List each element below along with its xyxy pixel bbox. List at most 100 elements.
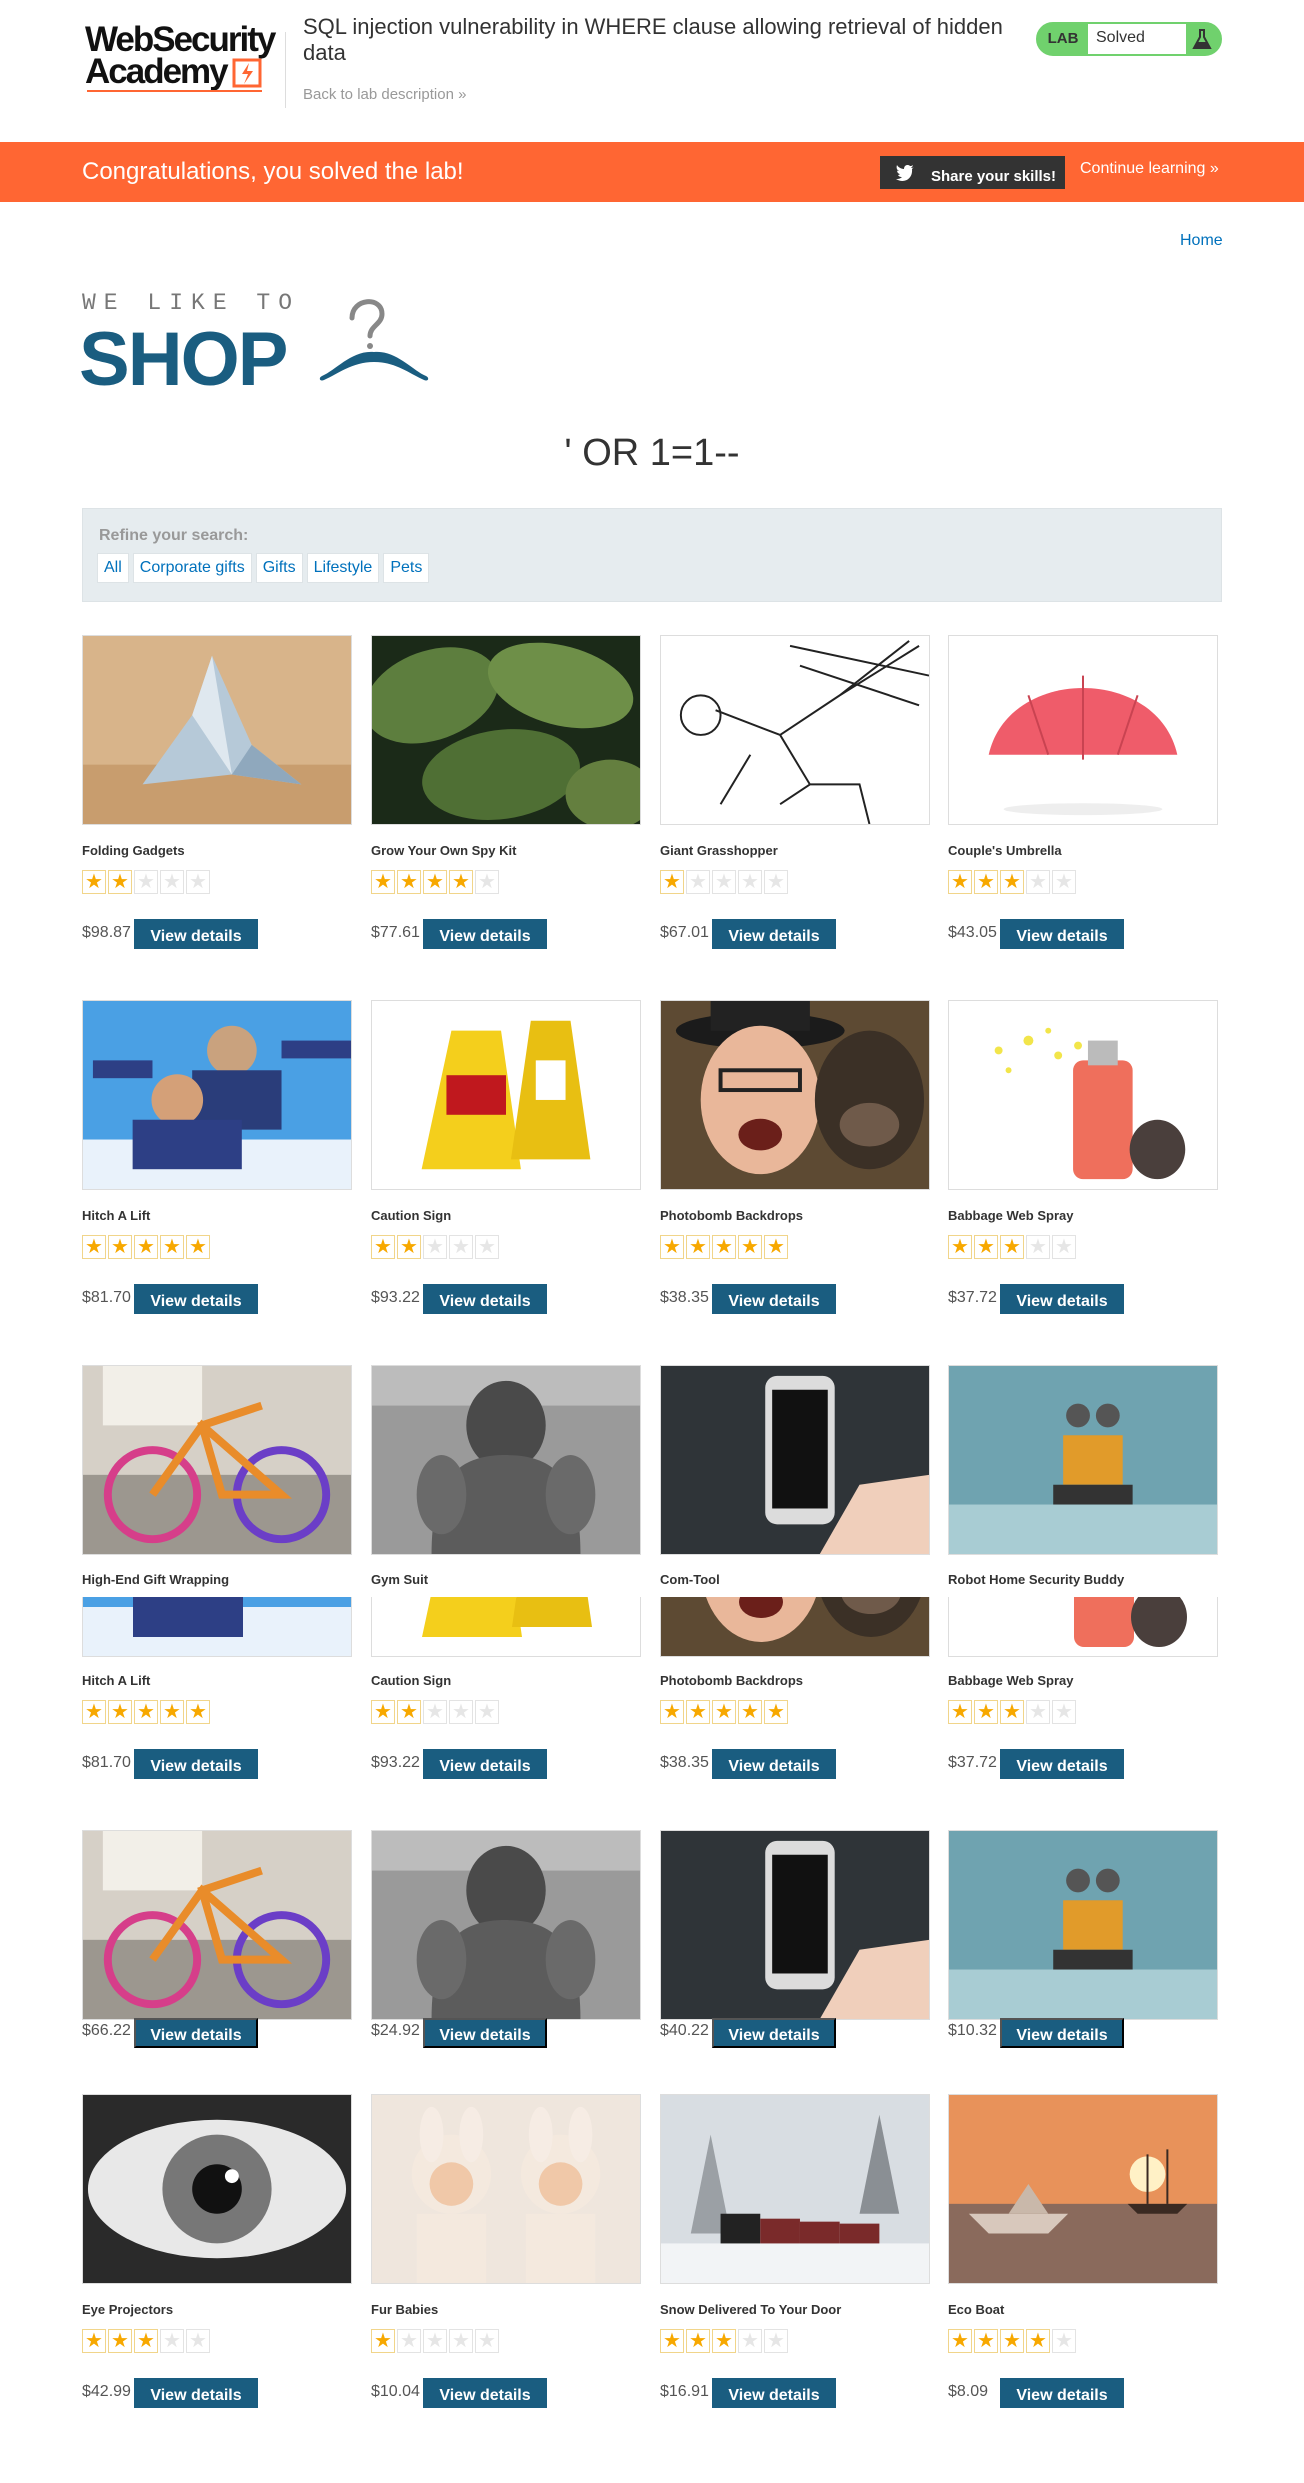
product-image[interactable] (371, 1830, 641, 2020)
product-image[interactable] (948, 1830, 1218, 2020)
product-card: Photobomb Backdrops ★ ★ ★ ★ ★ $38.35 View detai… (660, 1000, 930, 1320)
product-price-row: $24.92 View details (371, 2018, 641, 2048)
view-details-button[interactable]: View details (423, 1749, 547, 1779)
star-filled-icon: ★ (948, 2329, 972, 2353)
product-image[interactable] (82, 1000, 352, 1190)
view-details-button[interactable]: View details (134, 2378, 258, 2408)
view-details-button[interactable]: View details (1000, 919, 1124, 949)
category-all[interactable]: All (97, 553, 129, 583)
view-details-button[interactable]: View details (712, 1749, 836, 1779)
star-empty-icon: ★ (1026, 870, 1050, 894)
category-lifestyle[interactable]: Lifestyle (306, 553, 380, 583)
lab-status-value: Solved (1088, 24, 1186, 54)
product-card: Photobomb Backdrops ★ ★ ★ ★ ★ $38.35 View detai… (660, 1465, 930, 1785)
home-link[interactable]: Home (1180, 232, 1223, 250)
product-price: $81.70 (82, 1289, 131, 1306)
category-filter: Refine your search: All Corporate gifts … (82, 508, 1222, 602)
star-filled-icon: ★ (948, 870, 972, 894)
view-details-button[interactable]: View details (134, 2018, 258, 2048)
star-empty-icon: ★ (449, 1235, 473, 1259)
category-corporate-gifts[interactable]: Corporate gifts (132, 553, 252, 583)
share-skills-label: Share your skills! (930, 168, 1057, 185)
rating-stars: ★ ★ ★ ★ ★ (82, 1235, 210, 1259)
product-price: $43.05 (948, 924, 997, 941)
product-card: Eye Projectors ★ ★ ★ ★ ★ $42.99 View details (82, 2094, 352, 2414)
product-name: Babbage Web Spray (948, 1673, 1074, 1688)
star-empty-icon: ★ (134, 870, 158, 894)
star-empty-icon: ★ (449, 2329, 473, 2353)
view-details-button[interactable]: View details (712, 919, 836, 949)
product-image[interactable] (82, 635, 352, 825)
star-empty-icon: ★ (397, 2329, 421, 2353)
congratulations-message: Congratulations, you solved the lab! (82, 158, 464, 185)
star-filled-icon: ★ (948, 1235, 972, 1259)
product-name: Giant Grasshopper (660, 843, 778, 858)
star-filled-icon: ★ (397, 1700, 421, 1724)
product-image[interactable] (660, 1000, 930, 1190)
star-filled-icon: ★ (371, 1700, 395, 1724)
star-filled-icon: ★ (974, 1700, 998, 1724)
product-image[interactable] (948, 2094, 1218, 2284)
star-filled-icon: ★ (371, 2329, 395, 2353)
view-details-button[interactable]: View details (712, 2018, 836, 2048)
product-image[interactable] (371, 635, 641, 825)
product-price: $38.35 (660, 1289, 709, 1306)
product-image[interactable] (948, 1000, 1218, 1190)
product-card: Babbage Web Spray ★ ★ ★ ★ ★ $37.72 View details (948, 1465, 1218, 1785)
hanger-icon (319, 299, 429, 381)
product-card: Folding Gadgets ★ ★ ★ ★ ★ $98.87 View details (82, 635, 352, 955)
view-details-button[interactable]: View details (423, 2378, 547, 2408)
star-empty-icon: ★ (1052, 2329, 1076, 2353)
product-price: $37.72 (948, 1754, 997, 1771)
star-filled-icon: ★ (82, 1235, 106, 1259)
product-image[interactable] (660, 2094, 930, 2284)
rating-stars: ★ ★ ★ ★ ★ (371, 870, 499, 894)
product-name: Couple's Umbrella (948, 843, 1062, 858)
star-empty-icon: ★ (1052, 870, 1076, 894)
view-details-button[interactable]: View details (423, 2018, 547, 2048)
product-image[interactable] (371, 2094, 641, 2284)
product-image[interactable] (82, 2094, 352, 2284)
star-filled-icon: ★ (738, 1700, 762, 1724)
product-image[interactable] (660, 1830, 930, 2020)
rating-stars: ★ ★ ★ ★ ★ (948, 870, 1076, 894)
filter-label: Refine your search: (99, 527, 249, 544)
view-details-button[interactable]: View details (423, 1284, 547, 1314)
product-image[interactable] (82, 1830, 352, 2020)
product-price: $10.32 (948, 2022, 997, 2039)
view-details-button[interactable]: View details (712, 2378, 836, 2408)
star-filled-icon: ★ (186, 1700, 210, 1724)
view-details-button[interactable]: View details (134, 919, 258, 949)
share-skills-button[interactable]: Share your skills! (880, 156, 1065, 189)
view-details-button[interactable]: View details (134, 1749, 258, 1779)
product-image[interactable] (371, 1000, 641, 1190)
star-filled-icon: ★ (82, 2329, 106, 2353)
star-filled-icon: ★ (1000, 2329, 1024, 2353)
star-filled-icon: ★ (371, 1235, 395, 1259)
product-price-row: $10.32 View details (948, 2018, 1218, 2048)
view-details-button[interactable]: View details (1000, 2018, 1124, 2048)
product-card: Hitch A Lift ★ ★ ★ ★ ★ $81.70 View details (82, 1000, 352, 1320)
product-price: $98.87 (82, 924, 131, 941)
product-name: Photobomb Backdrops (660, 1673, 804, 1688)
star-empty-icon: ★ (423, 2329, 447, 2353)
product-image[interactable] (660, 635, 930, 825)
web-security-academy-logo[interactable]: WebSecurity Academy (82, 20, 282, 92)
category-gifts[interactable]: Gifts (255, 553, 303, 583)
view-details-button[interactable]: View details (1000, 2378, 1124, 2408)
back-to-lab-description-link[interactable]: Back to lab description » (303, 86, 466, 103)
view-details-button[interactable]: View details (1000, 1749, 1124, 1779)
view-details-button[interactable]: View details (423, 919, 547, 949)
view-details-button[interactable]: View details (712, 1284, 836, 1314)
product-name: Eco Boat (948, 2302, 1005, 2317)
product-image[interactable] (948, 635, 1218, 825)
lab-status-widget: LAB Solved (1036, 22, 1222, 56)
star-empty-icon: ★ (475, 1700, 499, 1724)
view-details-button[interactable]: View details (1000, 1284, 1124, 1314)
view-details-button[interactable]: View details (134, 1284, 258, 1314)
category-pets[interactable]: Pets (383, 553, 430, 583)
star-filled-icon: ★ (1000, 1700, 1024, 1724)
star-empty-icon: ★ (475, 1235, 499, 1259)
continue-learning-link[interactable]: Continue learning » (1080, 160, 1219, 178)
star-empty-icon: ★ (738, 870, 762, 894)
